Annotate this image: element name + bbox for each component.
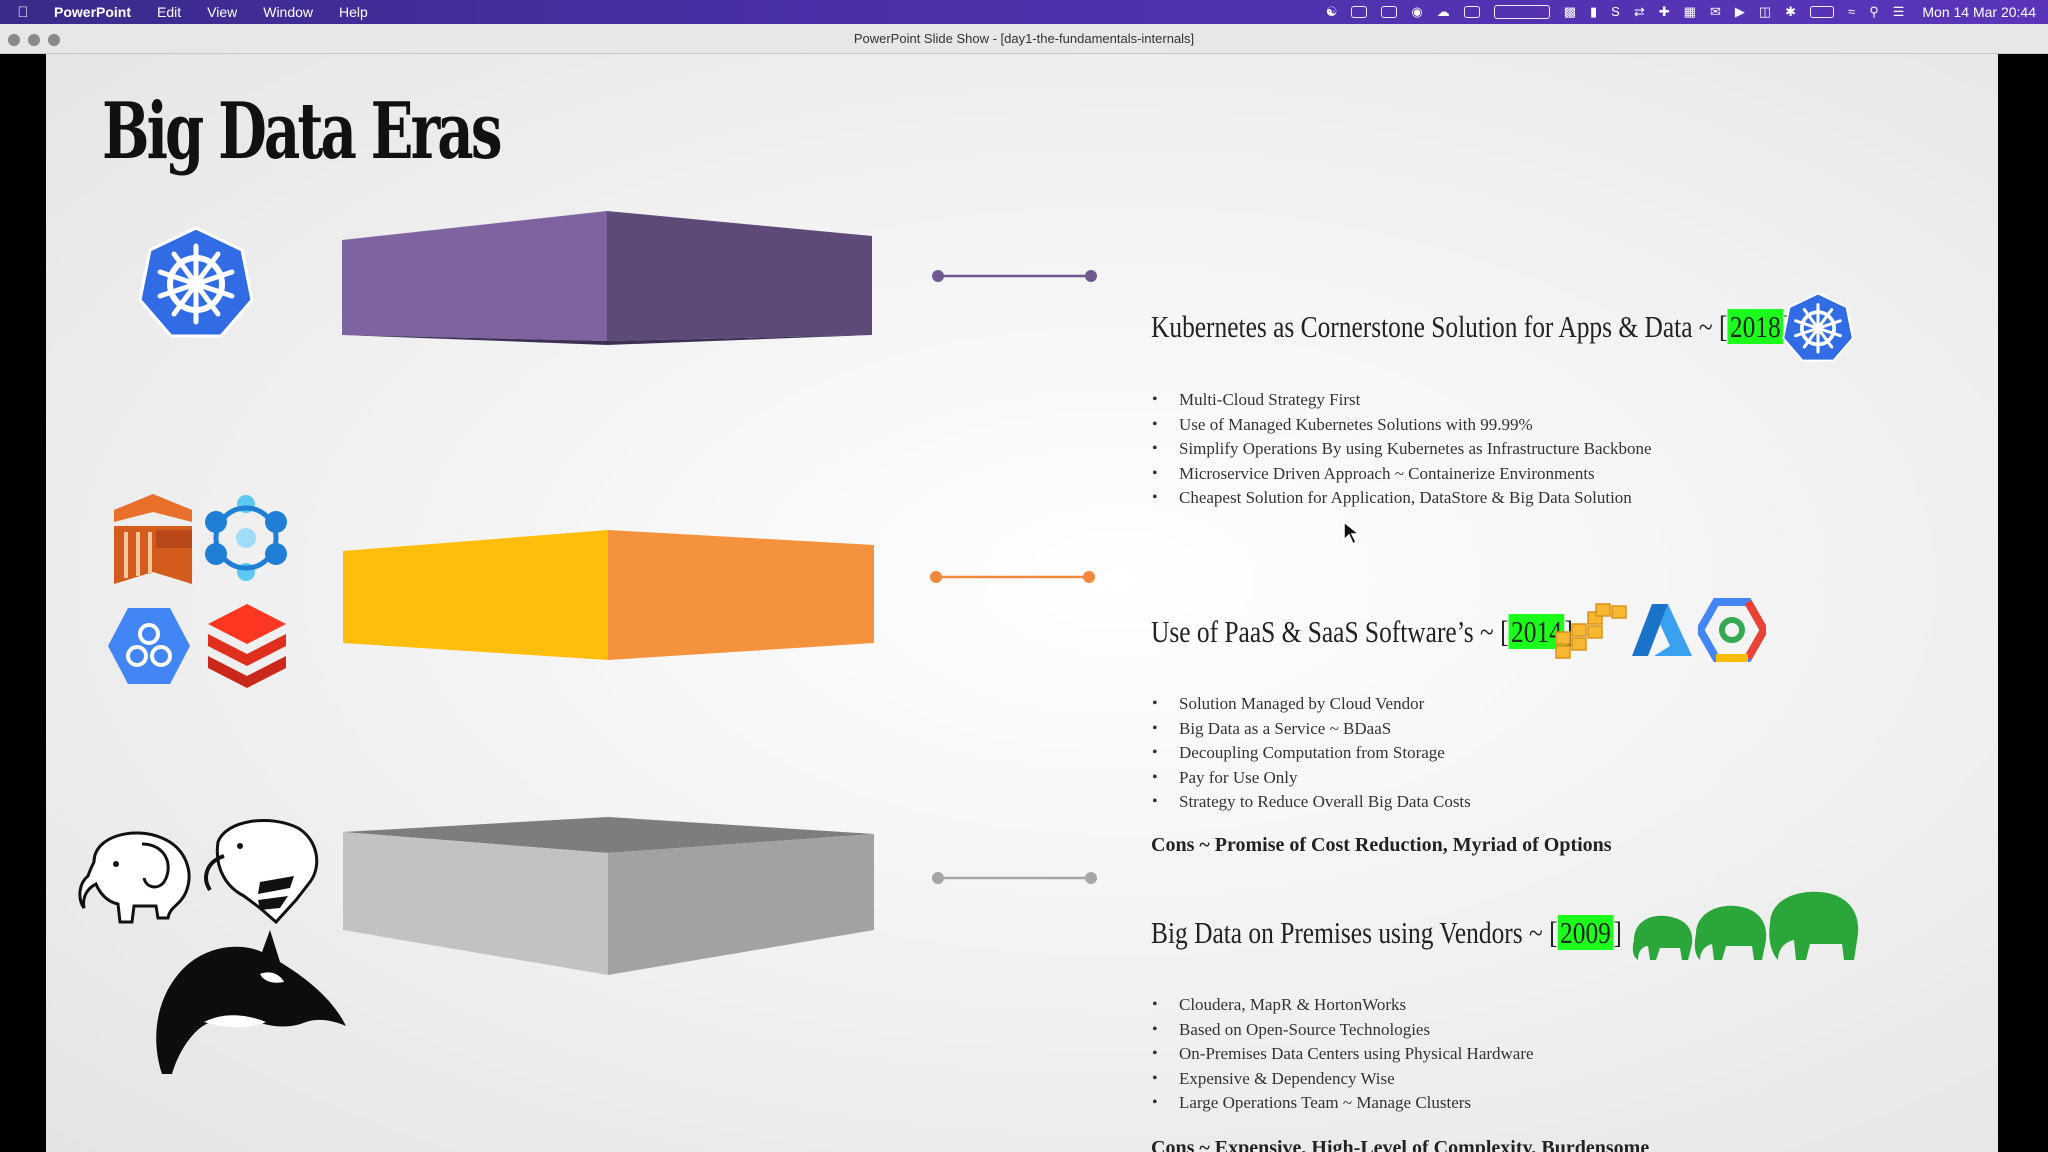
era-year: 2018 (1727, 309, 1784, 344)
era-title-text: Big Data on Premises using Vendors ~ [ (1151, 915, 1558, 950)
menu-bar:  PowerPoint Edit View Window Help ☯ ◉ ☁… (0, 0, 2048, 24)
screen-record-icon[interactable] (1351, 6, 1368, 18)
list-item: Cloudera, MapR & HortonWorks (1152, 993, 1534, 1018)
menu-view[interactable]: View (194, 4, 250, 20)
network-status-icon[interactable]: ☯ (1326, 0, 1338, 24)
list-item: Based on Open-Source Technologies (1152, 1018, 1534, 1043)
hadoop-elephant-icon (1632, 891, 1859, 960)
apple-menu-icon[interactable]:  (0, 4, 46, 21)
connector-era-1 (932, 270, 1097, 282)
window-titlebar: PowerPoint Slide Show - [day1-the-fundam… (0, 24, 2048, 54)
list-item: Multi-Cloud Strategy First (1152, 388, 1652, 413)
kubernetes-icon (1782, 292, 1854, 362)
list-item: Pay for Use Only (1152, 766, 1471, 791)
plus-icon[interactable]: ✚ (1659, 0, 1670, 24)
list-item: Decoupling Computation from Storage (1152, 741, 1471, 766)
sync-icon[interactable]: ⇄ (1634, 0, 1645, 24)
azure-hdinsight-icon (205, 495, 287, 581)
menu-edit[interactable]: Edit (144, 4, 194, 20)
list-item: Cheapest Solution for Application, DataS… (1152, 486, 1652, 511)
mirror-icon[interactable]: ◫ (1759, 0, 1771, 24)
mouse-cursor-icon (1343, 520, 1362, 546)
era-cons-on-premises: Cons ~ Expensive, High-Level of Complexi… (1151, 1137, 1650, 1152)
list-item: Strategy to Reduce Overall Big Data Cost… (1152, 790, 1471, 815)
aws-icon (1555, 603, 1627, 659)
list-item: Solution Managed by Cloud Vendor (1152, 692, 1471, 717)
status-tray: ☯ ◉ ☁ ▩ ▮ S ⇄ ✚ ▦ ✉ ▶ ◫ ✱ ≈ ⚲ ☰ Mon 14 M… (1326, 0, 2036, 24)
slide[interactable]: Big Data Eras Kubernetes as Cornerstone … (46, 54, 1998, 1152)
activity-icon[interactable]: ▩ (1564, 0, 1576, 24)
bluetooth-icon[interactable]: ✱ (1785, 0, 1796, 24)
era-bullets-paas-saas: Solution Managed by Cloud Vendor Big Dat… (1152, 692, 1471, 815)
era-slab-paas-saas (343, 530, 874, 660)
era-slab-on-premises (343, 817, 874, 975)
kubernetes-icon (138, 226, 254, 338)
mail-icon[interactable]: ✉ (1710, 0, 1721, 24)
era-slab-kubernetes (342, 211, 872, 345)
era-bullets-kubernetes: Multi-Cloud Strategy First Use of Manage… (1152, 388, 1652, 511)
databricks-icon (208, 604, 286, 688)
slideshow-area[interactable]: Big Data Eras Kubernetes as Cornerstone … (0, 54, 2048, 1152)
hadoop-elephant-icon (78, 831, 191, 924)
hive-icon (204, 819, 319, 925)
memory-icon[interactable]: ▮ (1590, 0, 1597, 24)
era-title-bracket: ] (1613, 915, 1622, 950)
window-icon[interactable] (1381, 6, 1398, 18)
connector-era-2 (930, 571, 1095, 583)
gcp-dataproc-icon (108, 608, 190, 684)
era-year: 2009 (1557, 915, 1614, 950)
orca-icon (156, 930, 346, 1074)
era-cons-paas-saas: Cons ~ Promise of Cost Reduction, Myriad… (1151, 834, 1612, 856)
menu-help[interactable]: Help (326, 4, 381, 20)
battery-icon[interactable] (1810, 6, 1835, 18)
list-item: On-Premises Data Centers using Physical … (1152, 1042, 1534, 1067)
cpu-monitor-icon[interactable] (1493, 5, 1550, 19)
era-title-on-premises: Big Data on Premises using Vendors ~ [20… (1151, 915, 1622, 951)
menu-window[interactable]: Window (250, 4, 326, 20)
grid-icon[interactable]: ▦ (1684, 0, 1696, 24)
list-item: Big Data as a Service ~ BDaaS (1152, 717, 1471, 742)
control-center-icon[interactable]: ☰ (1893, 0, 1905, 24)
gcp-icon (1698, 598, 1766, 662)
list-item: Use of Managed Kubernetes Solutions with… (1152, 413, 1652, 438)
wifi-icon[interactable]: ≈ (1848, 0, 1855, 24)
list-item: Simplify Operations By using Kubernetes … (1152, 437, 1652, 462)
grammarly-icon[interactable]: ◉ (1411, 0, 1422, 24)
menubar-clock[interactable]: Mon 14 Mar 20:44 (1922, 4, 2036, 20)
display-icon[interactable] (1463, 6, 1480, 18)
play-icon[interactable]: ▶ (1735, 0, 1745, 24)
window-title: PowerPoint Slide Show - [day1-the-fundam… (853, 31, 1195, 46)
s-icon[interactable]: S (1611, 0, 1620, 24)
era-title-paas-saas: Use of PaaS & SaaS Software’s ~ [2014] (1151, 614, 1573, 650)
search-icon[interactable]: ⚲ (1869, 0, 1879, 24)
cloud-icon[interactable]: ☁ (1437, 0, 1450, 24)
list-item: Expensive & Dependency Wise (1152, 1067, 1534, 1092)
list-item: Microservice Driven Approach ~ Container… (1152, 462, 1652, 487)
era-bullets-on-premises: Cloudera, MapR & HortonWorks Based on Op… (1152, 993, 1534, 1116)
menu-app-name[interactable]: PowerPoint (46, 4, 144, 20)
connector-era-3 (932, 872, 1097, 884)
list-item: Large Operations Team ~ Manage Clusters (1152, 1091, 1534, 1116)
aws-emr-icon (114, 494, 192, 584)
era-title-text: Use of PaaS & SaaS Software’s ~ [ (1151, 614, 1509, 649)
azure-icon (1632, 604, 1692, 656)
era-title-kubernetes: Kubernetes as Cornerstone Solution for A… (1151, 309, 1792, 345)
era-title-text: Kubernetes as Cornerstone Solution for A… (1151, 309, 1728, 344)
